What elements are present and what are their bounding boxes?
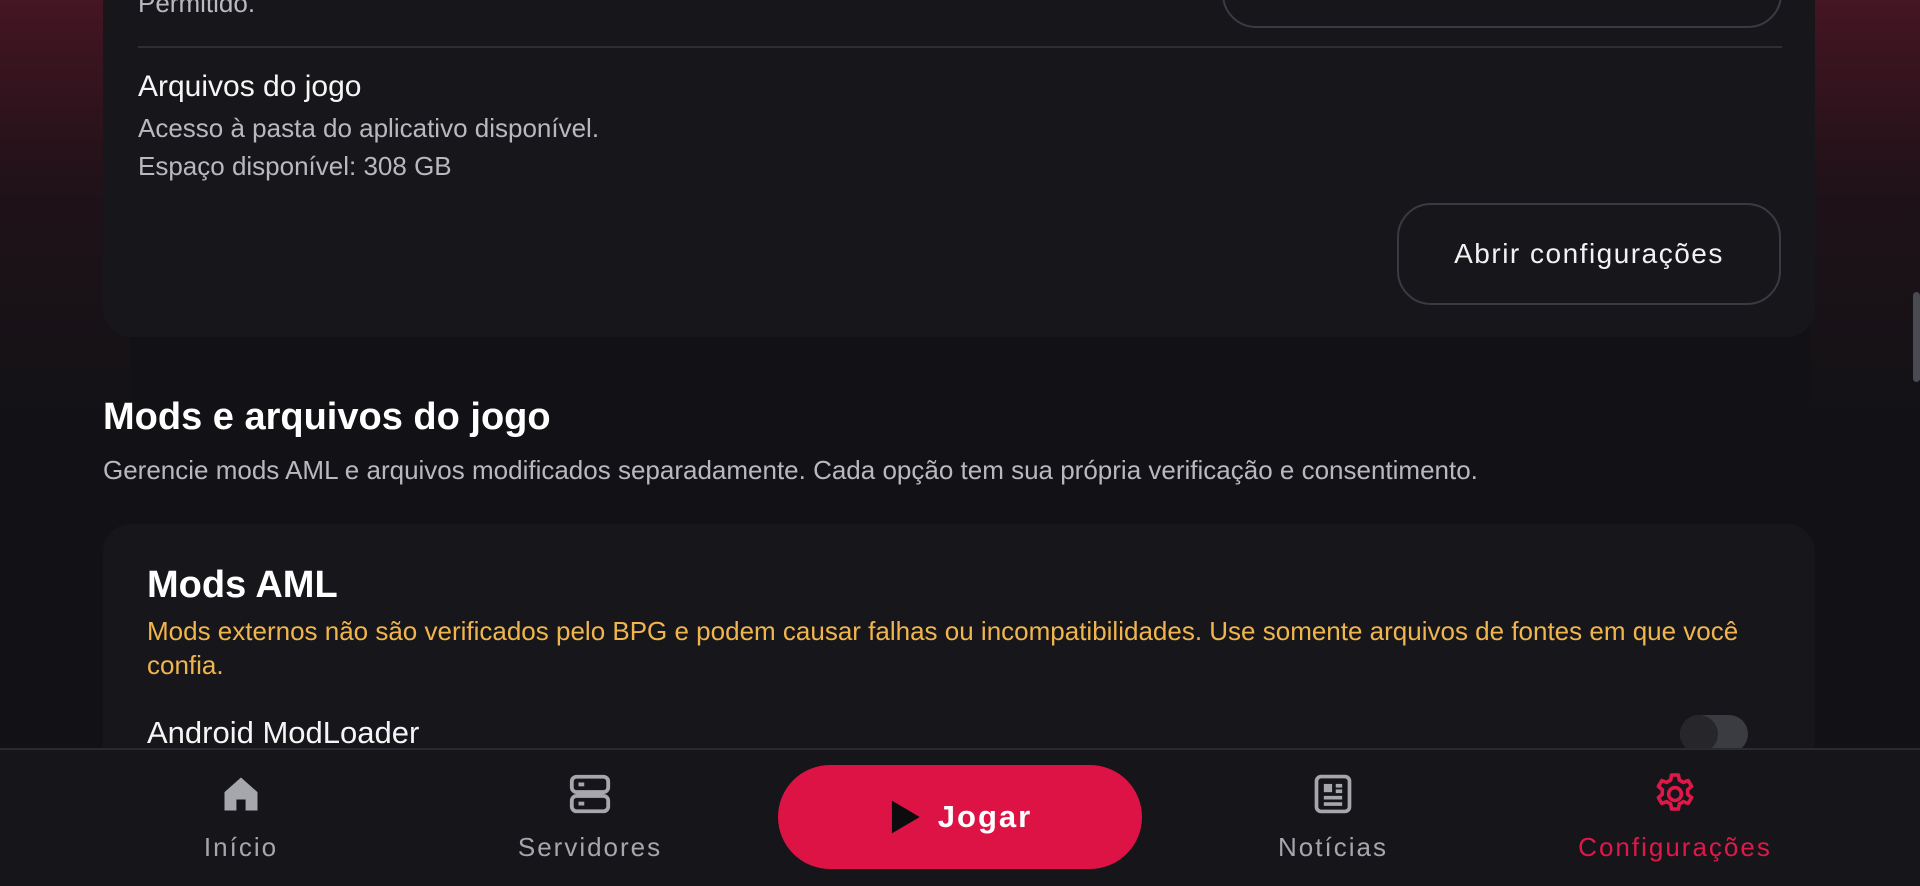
divider: [138, 46, 1782, 48]
nav-item-inicio[interactable]: Início: [191, 750, 291, 886]
android-modloader-toggle[interactable]: [1680, 715, 1748, 748]
nav-item-noticias[interactable]: Notícias: [1258, 750, 1408, 886]
servers-icon: [566, 770, 614, 818]
nav-label-configuracoes: Configurações: [1578, 832, 1772, 862]
news-icon: [1309, 770, 1357, 818]
game-files-access-status: Acesso à pasta do aplicativo disponível.: [138, 113, 600, 143]
play-icon: [891, 800, 920, 834]
android-modloader-label: Android ModLoader: [147, 715, 420, 748]
previous-row-status: Permitido.: [138, 0, 256, 18]
settings-scroll-area[interactable]: Permitido. Arquivos do jogo Acesso à pas…: [0, 0, 1920, 748]
nav-item-configuracoes[interactable]: Configurações: [1560, 750, 1790, 886]
nav-label-servidores: Servidores: [517, 832, 663, 862]
aml-mods-warning: Mods externos não são verificados pelo B…: [147, 616, 1739, 680]
play-button[interactable]: Jogar: [778, 765, 1142, 869]
nav-label-noticias: Notícias: [1278, 832, 1388, 862]
gear-icon: [1651, 770, 1699, 818]
previous-row-button[interactable]: [1222, 0, 1782, 28]
nav-label-inicio: Início: [203, 832, 279, 862]
scrollbar[interactable]: [1913, 292, 1920, 382]
play-button-label: Jogar: [937, 799, 1033, 834]
game-files-title: Arquivos do jogo: [138, 70, 362, 103]
home-icon: [217, 770, 265, 818]
nav-item-servidores[interactable]: Servidores: [500, 750, 680, 886]
toggle-knob: [1680, 715, 1718, 748]
mods-section-description: Gerencie mods AML e arquivos modificados…: [103, 455, 1478, 485]
mods-section-title: Mods e arquivos do jogo: [103, 396, 551, 438]
game-files-free-space: Espaço disponível: 308 GB: [138, 151, 452, 181]
aml-mods-title: Mods AML: [147, 564, 338, 606]
open-settings-button[interactable]: Abrir configurações: [1397, 203, 1781, 305]
